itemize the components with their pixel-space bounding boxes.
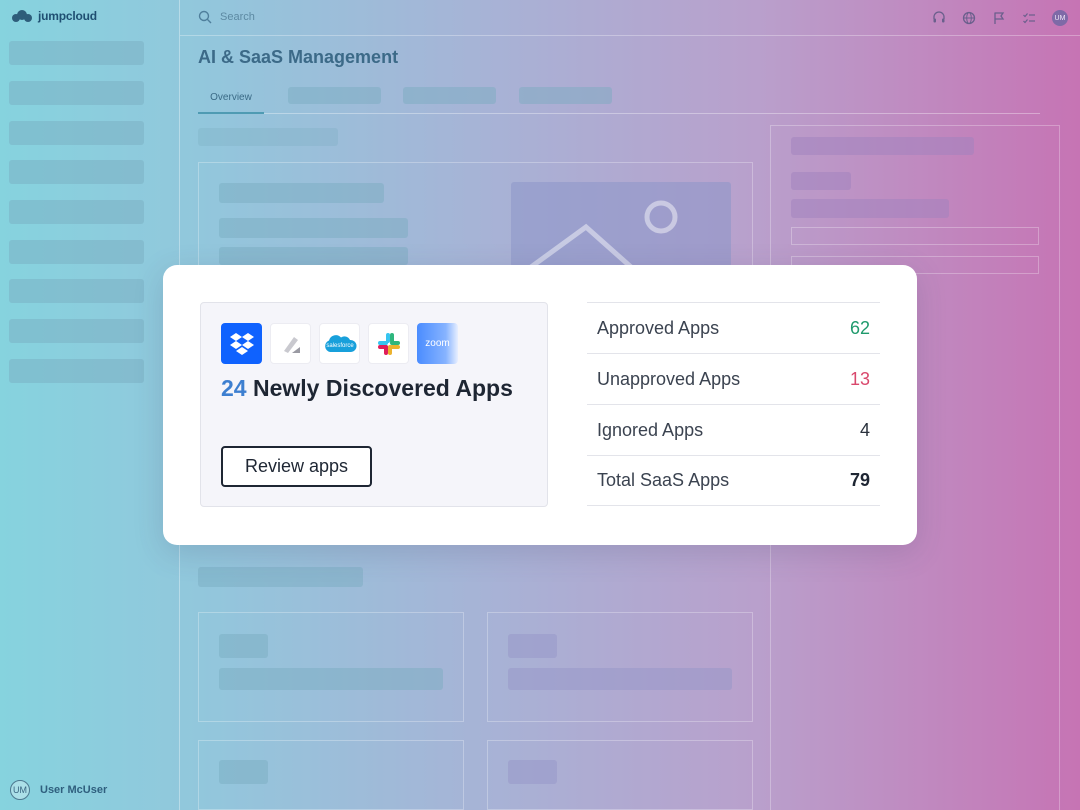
stat-row-total[interactable]: Total SaaS Apps 79 — [587, 455, 880, 506]
brand-logo[interactable]: jumpcloud — [10, 9, 97, 23]
stat-label: Total SaaS Apps — [597, 470, 730, 490]
search-icon — [198, 10, 212, 24]
discovered-count: 24 — [221, 375, 247, 401]
slack-icon — [368, 323, 409, 364]
text-placeholder — [791, 172, 851, 190]
text-placeholder — [219, 668, 443, 690]
section-heading-placeholder — [198, 567, 363, 587]
profile-avatar[interactable]: UM — [1052, 10, 1068, 26]
tab-bar: Overview — [198, 82, 1040, 114]
text-placeholder — [508, 634, 557, 658]
topbar: Search UM — [180, 0, 1080, 36]
search-placeholder: Search — [220, 11, 255, 23]
stat-row-ignored[interactable]: Ignored Apps 4 — [587, 404, 880, 455]
text-placeholder — [508, 668, 732, 690]
sidebar-item-placeholder[interactable] — [9, 81, 144, 105]
image-icon — [529, 200, 678, 270]
sidebar-item-placeholder[interactable] — [9, 359, 144, 383]
field-placeholder — [791, 227, 1039, 245]
text-placeholder — [219, 183, 384, 203]
sidebar-item-placeholder[interactable] — [9, 319, 144, 343]
image-placeholder — [511, 182, 731, 270]
review-apps-button[interactable]: Review apps — [221, 446, 372, 487]
sidebar-item-placeholder[interactable] — [9, 279, 144, 303]
user-menu[interactable]: UM User McUser — [10, 780, 107, 800]
stat-value-unapproved: 13 — [849, 368, 870, 389]
stat-value-ignored: 4 — [859, 419, 870, 440]
text-placeholder — [219, 218, 408, 238]
flag-icon[interactable] — [992, 11, 1006, 25]
stat-label: Ignored Apps — [597, 419, 704, 440]
stat-row-approved[interactable]: Approved Apps 62 — [587, 302, 880, 353]
text-placeholder — [791, 137, 974, 155]
sidebar-item-placeholder[interactable] — [9, 160, 144, 184]
section-heading-placeholder — [198, 128, 338, 146]
brand-name: jumpcloud — [38, 9, 97, 23]
headset-icon[interactable] — [932, 11, 946, 25]
text-placeholder — [219, 247, 408, 265]
discovered-label: Newly Discovered Apps — [252, 375, 513, 401]
discovered-apps-panel: salesforce zoom 24 Newly Discovered Apps… — [200, 302, 548, 507]
tab-placeholder[interactable] — [403, 87, 496, 104]
app-logos: salesforce zoom — [221, 323, 458, 364]
avatar: UM — [10, 780, 30, 800]
text-placeholder — [508, 760, 557, 784]
salesforce-text: salesforce — [326, 343, 354, 349]
pen-app-icon — [270, 323, 311, 364]
sidebar-item-placeholder[interactable] — [9, 41, 144, 65]
discovered-apps-heading: 24 Newly Discovered Apps — [221, 375, 513, 402]
checklist-icon[interactable] — [1022, 11, 1036, 25]
sidebar: jumpcloud UM User McUser — [0, 0, 180, 810]
text-placeholder — [219, 634, 268, 658]
topbar-icons: UM — [932, 10, 1068, 26]
card-placeholder — [487, 612, 753, 722]
tab-placeholder[interactable] — [288, 87, 381, 104]
stat-row-unapproved[interactable]: Unapproved Apps 13 — [587, 353, 880, 404]
dropbox-icon — [221, 323, 262, 364]
salesforce-icon: salesforce — [319, 323, 360, 364]
sidebar-item-placeholder[interactable] — [9, 121, 144, 145]
card-placeholder — [198, 612, 464, 722]
page-title: AI & SaaS Management — [198, 47, 399, 67]
tab-overview[interactable]: Overview — [198, 82, 264, 114]
sidebar-item-placeholder[interactable] — [9, 240, 144, 264]
zoom-icon: zoom — [417, 323, 458, 364]
jumpcloud-logo-icon — [12, 10, 32, 22]
stat-value-total: 79 — [849, 470, 870, 490]
stat-value-approved: 62 — [849, 317, 870, 338]
stat-label: Approved Apps — [597, 317, 720, 338]
tab-placeholder[interactable] — [519, 87, 612, 104]
saas-summary-card: salesforce zoom 24 Newly Discovered Apps… — [163, 265, 917, 545]
stat-label: Unapproved Apps — [597, 368, 741, 389]
sidebar-item-placeholder[interactable] — [9, 200, 144, 224]
text-placeholder — [219, 760, 268, 784]
app-stats-list: Approved Apps 62 Unapproved Apps 13 Igno… — [587, 302, 880, 506]
globe-icon[interactable] — [962, 11, 976, 25]
zoom-text: zoom — [425, 338, 450, 349]
search-input[interactable]: Search — [198, 10, 255, 24]
text-placeholder — [791, 199, 949, 218]
user-name: User McUser — [40, 784, 108, 796]
